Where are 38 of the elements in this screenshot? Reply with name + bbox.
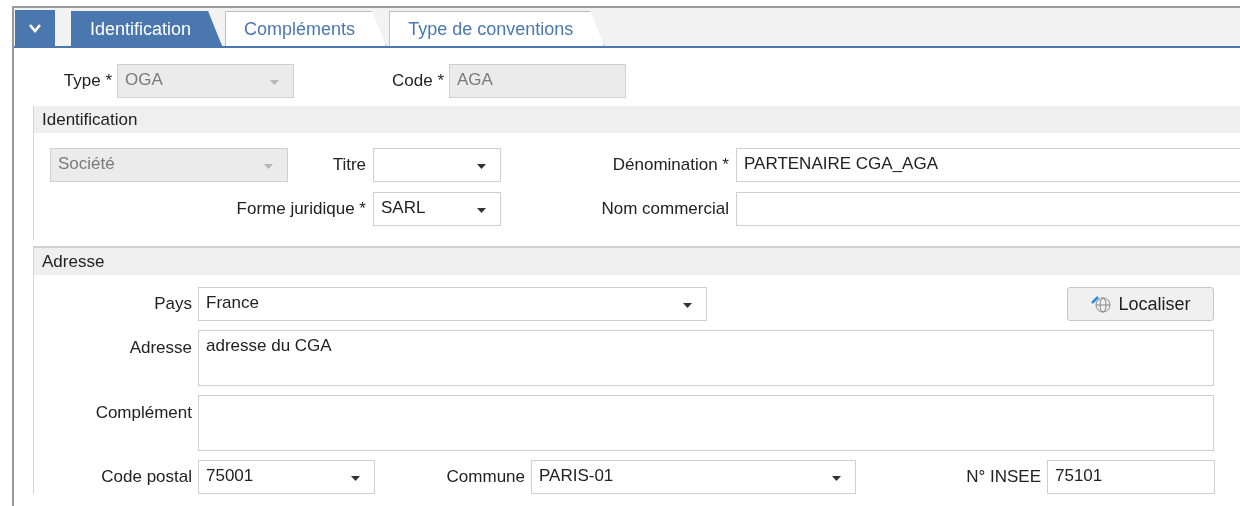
field-label: Complément xyxy=(94,402,193,423)
field-label: Type * xyxy=(62,71,113,91)
section-header: Adresse xyxy=(34,248,1240,275)
chevron-down-icon xyxy=(29,23,41,33)
field-label: Adresse xyxy=(128,337,193,358)
dropdown-arrow-icon xyxy=(264,164,273,169)
field-label: Pays xyxy=(153,294,193,314)
dropdown-arrow-icon xyxy=(351,476,360,481)
tab[interactable]: Type de conventions xyxy=(389,11,605,46)
input-field[interactable]: PARTENAIRE CGA_AGA xyxy=(736,148,1240,182)
dropdown[interactable]: 75001 xyxy=(198,460,375,494)
field-label: Nom commercial xyxy=(600,199,730,219)
collapse-button[interactable] xyxy=(15,10,55,46)
dropdown-arrow-icon xyxy=(832,476,841,481)
dropdown[interactable]: SARL xyxy=(373,192,501,226)
field-label: Dénomination * xyxy=(611,155,730,175)
text-area[interactable] xyxy=(198,395,1214,451)
input-field[interactable]: 75101 xyxy=(1047,460,1215,494)
field-label: Forme juridique * xyxy=(235,199,367,219)
field-label: Titre xyxy=(331,155,367,175)
section-header: Identification xyxy=(34,106,1240,133)
tab[interactable]: Identification xyxy=(71,11,223,46)
dropdown[interactable]: France xyxy=(198,287,707,321)
dropdown-arrow-icon xyxy=(683,303,692,308)
dropdown[interactable] xyxy=(373,148,501,182)
field-label: Commune xyxy=(445,467,526,487)
dropdown-arrow-icon xyxy=(477,164,486,169)
globe-icon xyxy=(1090,294,1113,314)
field-label: Code * xyxy=(391,71,445,91)
field-label: Code postal xyxy=(100,467,193,487)
field-label: N° INSEE xyxy=(965,467,1042,487)
dropdown[interactable]: PARIS-01 xyxy=(531,460,856,494)
input-field[interactable] xyxy=(736,192,1240,226)
dropdown-arrow-icon xyxy=(477,208,486,213)
localiser-button[interactable]: Localiser xyxy=(1067,287,1214,321)
dropdown-arrow-icon xyxy=(270,80,279,85)
text-area[interactable]: adresse du CGA xyxy=(198,330,1214,386)
tab[interactable]: Compléments xyxy=(225,11,387,46)
